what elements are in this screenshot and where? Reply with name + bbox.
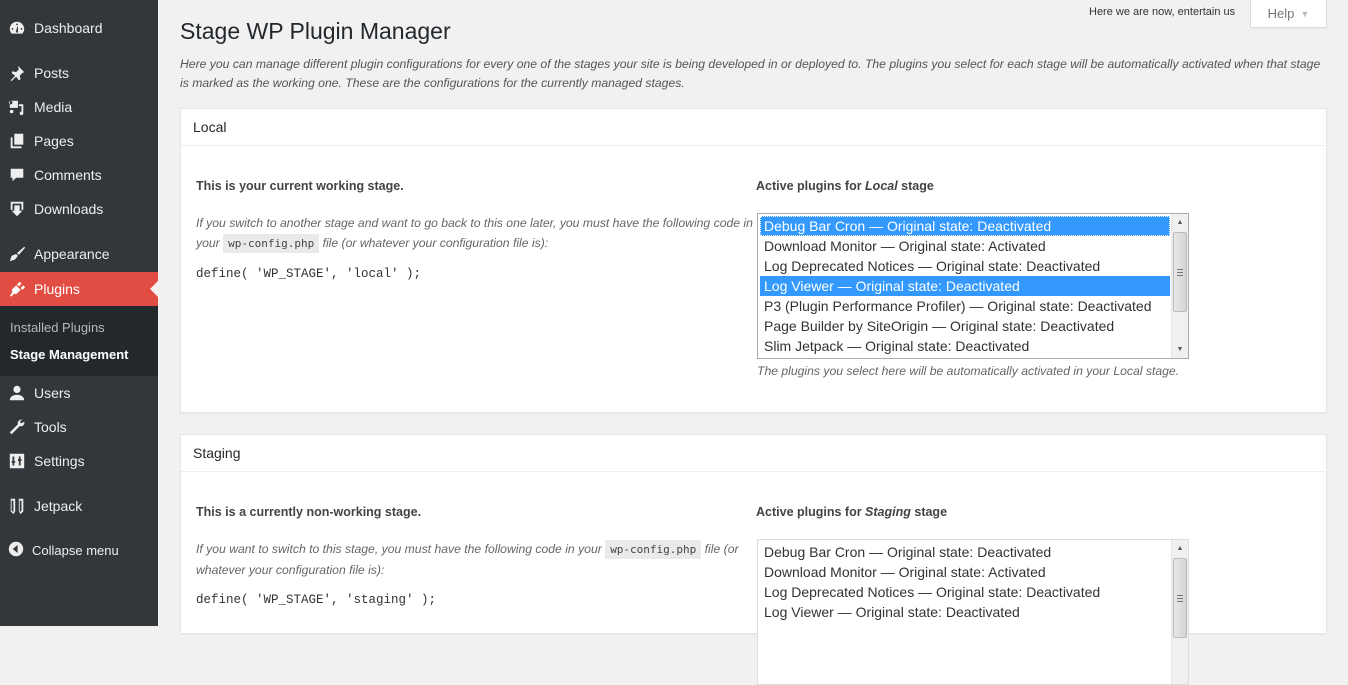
submenu-stage-management[interactable]: Stage Management [10, 347, 128, 362]
plugin-option[interactable]: Download Monitor — Original state: Activ… [760, 236, 1170, 256]
page-title: Stage WP Plugin Manager [180, 18, 451, 44]
config-filename: wp-config.php [605, 540, 702, 559]
sidebar-item-jetpack[interactable]: Jetpack [0, 489, 158, 523]
active-plugins-select[interactable]: Debug Bar Cron — Original state: Deactiv… [757, 539, 1189, 685]
jetpack-icon [7, 496, 27, 516]
select-help-text: The plugins you select here will be auto… [757, 364, 1180, 378]
plugin-option[interactable]: Page Builder by SiteOrigin — Original st… [760, 316, 1170, 336]
label-prefix: Active plugins for [756, 179, 866, 193]
sidebar-item-label: Appearance [34, 246, 110, 262]
paintbrush-icon [7, 244, 27, 264]
active-plugins-select[interactable]: Debug Bar Cron — Original state: Deactiv… [757, 213, 1189, 359]
download-icon [7, 199, 27, 219]
active-plugins-label: Active plugins for Staging stage [756, 505, 947, 519]
sidebar-item-label: Jetpack [34, 498, 83, 514]
plugin-option[interactable]: Log Viewer — Original state: Deactivated [760, 602, 1170, 622]
stage-status: This is your current working stage. [196, 179, 404, 193]
plugin-option[interactable]: Slim Jetpack — Original state: Deactivat… [760, 336, 1170, 356]
plugin-option[interactable]: Log Deprecated Notices — Original state:… [760, 256, 1170, 276]
select-scrollbar[interactable]: ▲ ▼ [1171, 214, 1188, 358]
user-icon [7, 383, 27, 403]
scroll-up-icon[interactable]: ▲ [1172, 214, 1188, 231]
stage-status: This is a currently non-working stage. [196, 505, 422, 519]
label-stage: Staging [865, 505, 911, 519]
sidebar-item-label: Users [34, 385, 71, 401]
sidebar-item-pages[interactable]: Pages [0, 124, 158, 158]
note-text: file (or whatever your configuration fil… [319, 236, 549, 250]
media-icon [7, 97, 27, 117]
dashboard-icon [7, 18, 27, 38]
plugin-option[interactable]: Debug Bar Cron — Original state: Deactiv… [760, 542, 1170, 562]
plugins-submenu: Installed Plugins Stage Management [0, 306, 158, 376]
stage-instructions: If you switch to another stage and want … [196, 213, 756, 254]
comment-icon [7, 165, 27, 185]
admin-tagline: Here we are now, entertain us [1089, 6, 1236, 18]
sidebar-item-label: Plugins [34, 281, 80, 297]
plugin-option[interactable]: Log Viewer — Original state: Deactivated [760, 276, 1170, 296]
note-text: If you want to switch to this stage, you… [196, 542, 606, 556]
wrench-icon [7, 417, 27, 437]
label-stage: Local [865, 179, 898, 193]
sidebar-item-dashboard[interactable]: Dashboard [0, 11, 158, 45]
label-suffix: stage [897, 179, 934, 193]
active-plugins-label: Active plugins for Local stage [756, 179, 934, 193]
plugin-option[interactable]: Download Monitor — Original state: Activ… [760, 562, 1170, 582]
scroll-up-icon[interactable]: ▲ [1172, 540, 1188, 557]
stage-define-code: define( 'WP_STAGE', 'local' ); [196, 267, 422, 281]
sidebar-item-label: Settings [34, 453, 85, 469]
config-filename: wp-config.php [223, 234, 320, 253]
plugin-option[interactable]: Debug Bar Cron — Original state: Deactiv… [760, 216, 1170, 236]
sidebar-item-settings[interactable]: Settings [0, 444, 158, 478]
help-tab-button[interactable]: Help ▼ [1250, 0, 1327, 28]
pages-icon [7, 131, 27, 151]
caret-down-icon: ▼ [1300, 8, 1310, 19]
select-scrollbar[interactable]: ▲ [1171, 540, 1188, 684]
sidebar-item-media[interactable]: Media [0, 90, 158, 124]
label-prefix: Active plugins for [756, 505, 866, 519]
sidebar-item-posts[interactable]: Posts [0, 56, 158, 90]
stage-title: Staging [181, 435, 1326, 472]
submenu-installed-plugins[interactable]: Installed Plugins [10, 320, 105, 335]
scroll-thumb[interactable] [1173, 232, 1187, 312]
plugin-option[interactable]: P3 (Plugin Performance Profiler) — Origi… [760, 296, 1170, 316]
collapse-menu-button[interactable]: Collapse menu [0, 538, 158, 562]
sidebar-item-label: Comments [34, 167, 102, 183]
stage-box-local: Local This is your current working stage… [180, 108, 1327, 413]
stage-title: Local [181, 109, 1326, 146]
sidebar-item-label: Media [34, 99, 73, 115]
sidebar-item-tools[interactable]: Tools [0, 410, 158, 444]
sidebar-item-downloads[interactable]: Downloads [0, 192, 158, 226]
sidebar-item-label: Posts [34, 65, 70, 81]
sidebar-item-label: Dashboard [34, 20, 103, 36]
admin-sidebar: Dashboard Posts Media Pages Comments Dow… [0, 0, 158, 626]
sidebar-item-label: Pages [34, 133, 74, 149]
sidebar-item-plugins[interactable]: Plugins [0, 272, 158, 306]
label-suffix: stage [910, 505, 948, 519]
plugin-option[interactable]: Log Deprecated Notices — Original state:… [760, 582, 1170, 602]
sidebar-item-label: Downloads [34, 201, 104, 217]
collapse-arrow-icon [8, 541, 26, 559]
scroll-down-icon[interactable]: ▼ [1172, 341, 1188, 358]
scroll-thumb[interactable] [1173, 558, 1187, 638]
collapse-menu-label: Collapse menu [32, 542, 119, 558]
stage-define-code: define( 'WP_STAGE', 'staging' ); [196, 593, 437, 607]
help-label: Help [1267, 6, 1295, 21]
sidebar-item-label: Tools [34, 419, 67, 435]
stage-instructions: If you want to switch to this stage, you… [196, 539, 756, 580]
pin-icon [7, 63, 27, 83]
settings-icon [7, 451, 27, 471]
current-page-indicator [150, 281, 158, 297]
page-description: Here you can manage different plugin con… [180, 57, 1321, 90]
stage-box-staging: Staging This is a currently non-working … [180, 434, 1327, 685]
sidebar-item-appearance[interactable]: Appearance [0, 237, 158, 271]
sidebar-item-comments[interactable]: Comments [0, 158, 158, 192]
sidebar-item-users[interactable]: Users [0, 376, 158, 410]
plugin-icon [7, 279, 27, 299]
